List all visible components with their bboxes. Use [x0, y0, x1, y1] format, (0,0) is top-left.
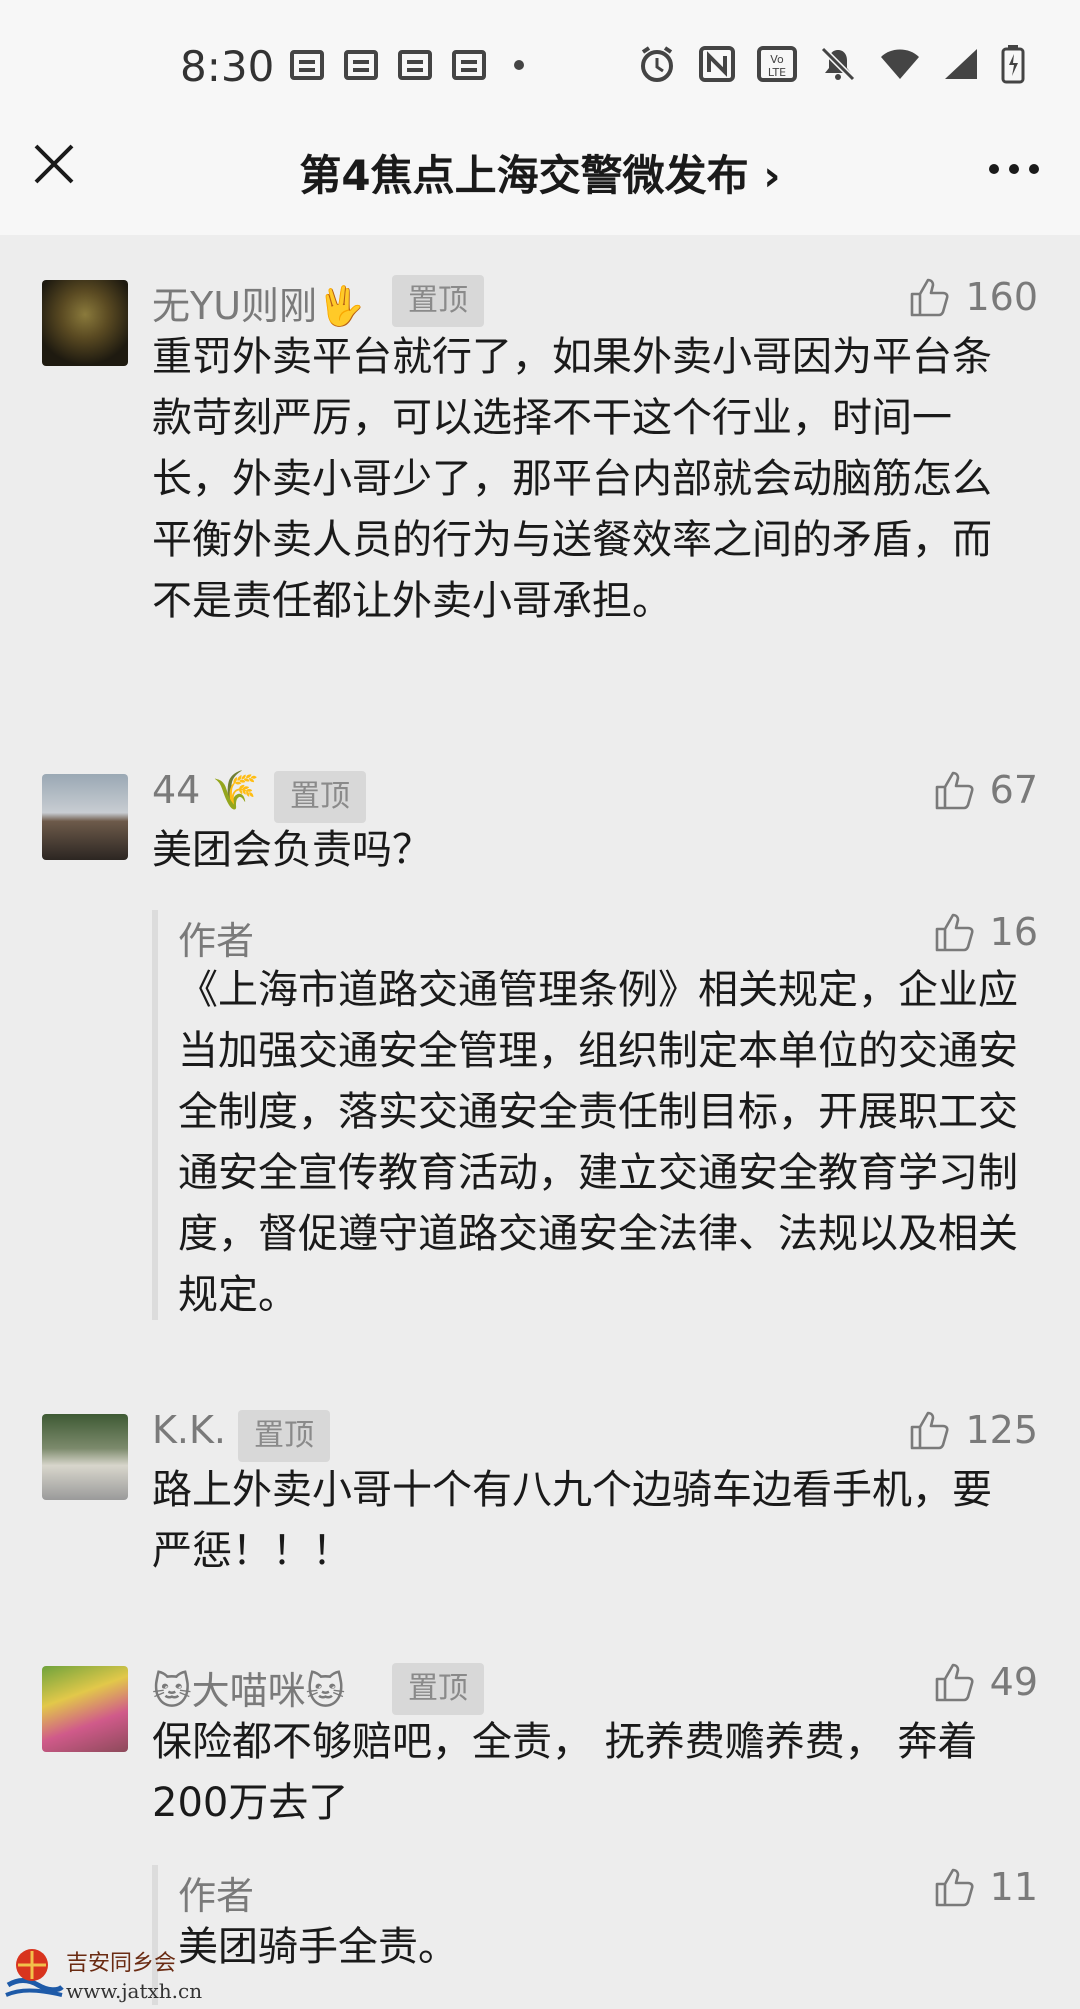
like-button[interactable]: 11: [934, 1865, 1038, 1909]
thumbs-up-icon: [935, 1868, 974, 1907]
more-notifications-icon: [514, 60, 524, 70]
volte-icon: Vo LTE: [757, 46, 797, 86]
thumbs-up-icon: [935, 771, 974, 810]
author-reply: 作者 11 美团骑手全责。: [152, 1865, 1038, 2005]
watermark-logo-icon: [5, 1949, 64, 1997]
comment-text: 重罚外卖平台就行了，如果外卖小哥因为平台条款苛刻严厉，可以选择不干这个行业，时间…: [152, 334, 992, 624]
avatar[interactable]: [42, 1666, 128, 1752]
signal-icon: [943, 47, 979, 85]
reply-author: 作者: [178, 1874, 255, 1918]
comment-username[interactable]: 无YU则刚🖖: [152, 275, 364, 330]
nfc-icon: [699, 46, 735, 86]
reply-text: 美团骑手全责。: [178, 1924, 458, 1970]
like-count: 67: [989, 768, 1038, 812]
comment-text: 保险都不够赔吧，全责， 抚养费赡养费， 奔着200万去了: [152, 1719, 978, 1826]
author-reply: 作者 16 《上海市道路交通管理条例》相关规定，企业应当加强交通安全管理，组织制…: [152, 910, 1038, 1320]
alarm-icon: [637, 44, 677, 88]
more-icon: [989, 164, 1039, 174]
message-icon: [398, 50, 432, 80]
thumbs-up-icon: [911, 278, 950, 317]
svg-text:LTE: LTE: [768, 66, 786, 79]
pinned-badge: 置顶: [274, 771, 366, 823]
reply-text: 《上海市道路交通管理条例》相关规定，企业应当加强交通安全管理，组织制定本单位的交…: [178, 967, 1018, 1318]
pinned-badge: 置顶: [392, 1663, 484, 1715]
watermark-url: www.jatxh.cn: [66, 1979, 203, 2003]
thumbs-up-icon: [911, 1411, 950, 1450]
wifi-icon: [879, 47, 921, 85]
battery-icon: [1001, 44, 1025, 88]
like-count: 11: [989, 1865, 1038, 1909]
more-button[interactable]: [988, 160, 1040, 174]
avatar[interactable]: [42, 280, 128, 366]
like-button[interactable]: 160: [909, 275, 1038, 319]
page-title[interactable]: 第4焦点上海交警微发布 ›: [0, 142, 1080, 203]
message-icon: [290, 50, 324, 80]
comment-username[interactable]: 🐱大喵咪🐱: [152, 1660, 345, 1715]
reply-author: 作者: [178, 919, 255, 963]
mute-icon: [819, 45, 857, 87]
like-count: 160: [965, 275, 1038, 319]
thumbs-up-icon: [935, 1663, 974, 1702]
avatar[interactable]: [42, 1414, 128, 1500]
thumbs-up-icon: [935, 913, 974, 952]
like-button[interactable]: 67: [934, 768, 1038, 812]
watermark: 吉安同乡会 www.jatxh.cn: [4, 1935, 204, 2009]
comment-username[interactable]: K.K.: [152, 1408, 226, 1452]
message-icon: [344, 50, 378, 80]
avatar[interactable]: [42, 774, 128, 860]
comment-text: 路上外卖小哥十个有八九个边骑车边看手机，要严惩！！！: [152, 1467, 992, 1574]
like-button[interactable]: 125: [909, 1408, 1038, 1452]
like-count: 125: [965, 1408, 1038, 1452]
comment-username[interactable]: 44 🌾: [152, 768, 260, 813]
like-count: 16: [989, 910, 1038, 954]
system-icons: Vo LTE: [637, 44, 1025, 88]
pinned-badge: 置顶: [392, 275, 484, 327]
like-button[interactable]: 49: [934, 1660, 1038, 1704]
pinned-badge: 置顶: [238, 1410, 330, 1462]
like-button[interactable]: 16: [934, 910, 1038, 954]
notification-icons: [290, 50, 524, 80]
comment-text: 美团会负责吗？: [152, 827, 432, 873]
message-icon: [452, 50, 486, 80]
status-time: 8:30: [180, 42, 275, 91]
svg-text:Vo: Vo: [770, 53, 784, 66]
like-count: 49: [989, 1660, 1038, 1704]
watermark-title: 吉安同乡会: [66, 1951, 177, 1976]
title-bar: 第4焦点上海交警微发布 ›: [0, 110, 1080, 235]
